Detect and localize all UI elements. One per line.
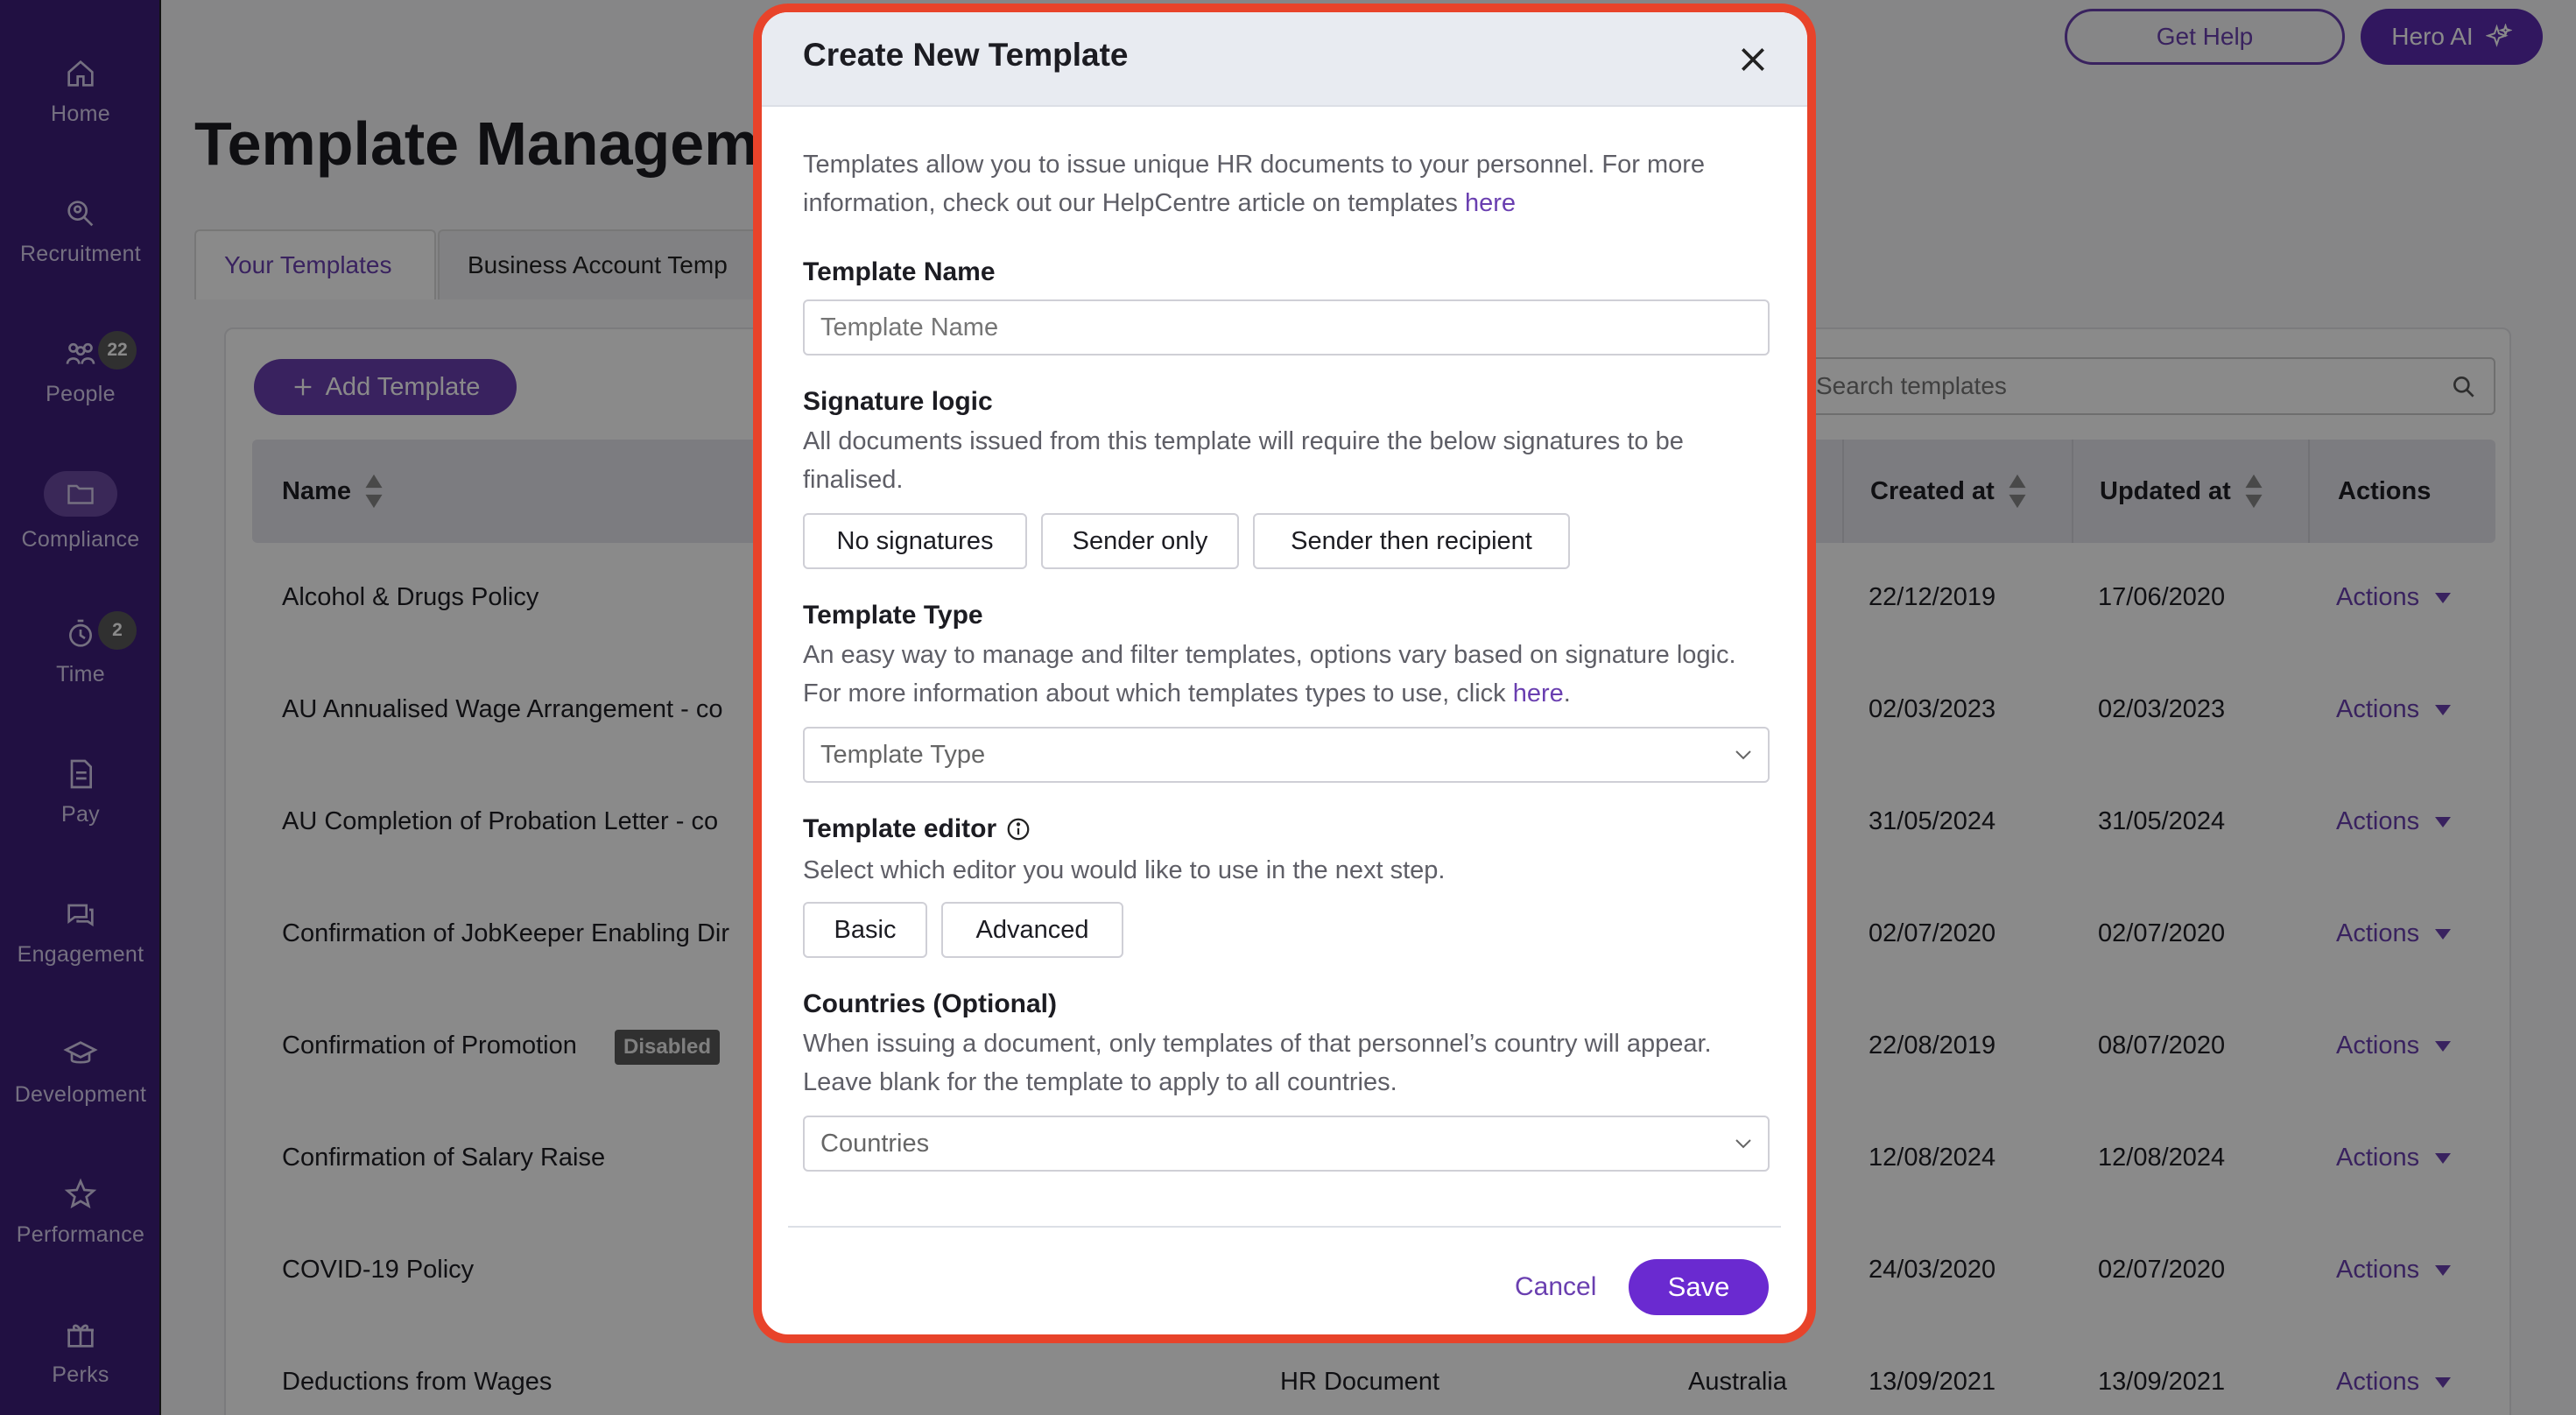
basic-editor-button[interactable]: Basic — [803, 902, 927, 958]
intro-body: Templates allow you to issue unique HR d… — [803, 151, 1706, 217]
modal-title: Create New Template — [803, 37, 1129, 73]
template-editor-label: Template editor — [803, 814, 1031, 844]
save-button[interactable]: Save — [1629, 1259, 1769, 1315]
template-editor-text: Template editor — [803, 814, 997, 843]
intro-text: Templates allow you to issue unique HR d… — [803, 145, 1775, 222]
countries-placeholder: Countries — [820, 1129, 930, 1158]
countries-select[interactable]: Countries — [803, 1116, 1770, 1172]
cancel-button[interactable]: Cancel — [1515, 1259, 1596, 1315]
chevron-down-icon — [1735, 750, 1751, 760]
template-type-period: . — [1563, 679, 1571, 708]
no-signatures-button[interactable]: No signatures — [803, 513, 1027, 569]
template-name-input[interactable] — [803, 299, 1770, 356]
template-type-description: An easy way to manage and filter templat… — [803, 636, 1775, 713]
create-template-modal: Create New Template Templates allow you … — [762, 12, 1807, 1334]
modal-footer-divider — [788, 1226, 1781, 1228]
template-editor-description: Select which editor you would like to us… — [803, 856, 1446, 884]
modal-header: Create New Template — [762, 12, 1807, 107]
countries-description: When issuing a document, only templates … — [803, 1030, 1712, 1096]
advanced-editor-button[interactable]: Advanced — [941, 902, 1123, 958]
template-type-label: Template Type — [803, 601, 983, 630]
template-type-placeholder: Template Type — [820, 740, 986, 769]
sender-only-button[interactable]: Sender only — [1041, 513, 1239, 569]
countries-label: Countries (Optional) — [803, 989, 1057, 1018]
helpcentre-link[interactable]: here — [1465, 189, 1516, 217]
sender-then-recipient-button[interactable]: Sender then recipient — [1253, 513, 1570, 569]
template-types-link[interactable]: here — [1513, 679, 1564, 708]
signature-logic-description: All documents issued from this template … — [803, 427, 1684, 494]
chevron-down-icon — [1735, 1139, 1751, 1149]
signature-logic-label: Signature logic — [803, 387, 993, 416]
template-type-body: An easy way to manage and filter templat… — [803, 641, 1736, 708]
close-icon[interactable] — [1735, 42, 1770, 77]
info-icon[interactable] — [1005, 816, 1031, 842]
template-name-label: Template Name — [803, 257, 996, 286]
template-type-select[interactable]: Template Type — [803, 727, 1770, 783]
